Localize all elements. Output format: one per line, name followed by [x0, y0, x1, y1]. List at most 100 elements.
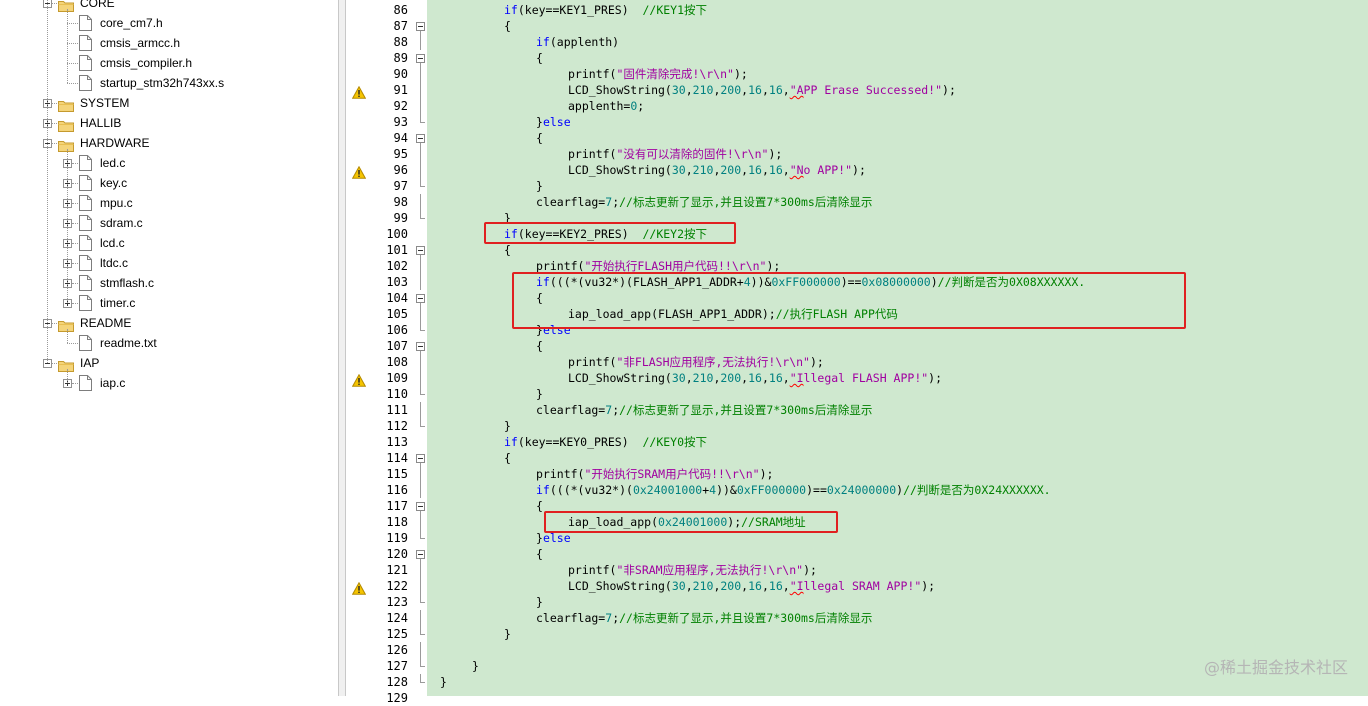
code-line[interactable]: if(applenth) — [536, 34, 619, 50]
code-line[interactable]: LCD_ShowString(30,210,200,16,16,"Illegal… — [568, 578, 935, 594]
warning-triangle-icon[interactable] — [351, 84, 367, 99]
folder-icon — [58, 97, 74, 112]
highlight-box-flash-check — [512, 272, 1186, 329]
fold-collapse-icon[interactable] — [416, 54, 425, 63]
code-token: 0x24000000 — [826, 483, 897, 497]
code-token: clearflag= — [536, 403, 606, 417]
code-line[interactable]: { — [536, 130, 543, 146]
code-line[interactable]: printf("开始执行SRAM用户代码!!\r\n"); — [536, 466, 773, 482]
code-token: 210 — [692, 371, 714, 385]
pane-splitter[interactable] — [338, 0, 346, 696]
tree-item-label: cmsis_compiler.h — [100, 56, 193, 70]
code-token: { — [504, 19, 511, 33]
fold-collapse-icon[interactable] — [416, 134, 425, 143]
fold-guide — [420, 34, 421, 50]
fold-guide — [420, 482, 421, 498]
fold-collapse-icon[interactable] — [416, 342, 425, 351]
code-token: LCD_ShowString( — [568, 371, 672, 385]
fold-end-tick — [420, 394, 425, 395]
code-line[interactable]: if(key==KEY1_PRES) //KEY1按下 — [504, 2, 707, 18]
code-token: //判断是否为0X24XXXXXX. — [903, 483, 1051, 497]
code-token: 200 — [720, 83, 742, 97]
line-number-gutter: 86 87 88 89 90 91 92 93 94 95 96 97 98 99 100 101 102 103… — [346, 0, 414, 705]
code-token: "开始执行FLASH用户代码!!\r\n" — [584, 259, 767, 273]
file-icon — [79, 175, 92, 191]
line-number: 116 — [386, 483, 408, 497]
code-token: if — [536, 35, 550, 49]
code-line[interactable]: clearflag=7;//标志更新了显示,并且设置7*300ms后清除显示 — [536, 194, 872, 210]
code-editor[interactable]: 86 87 88 89 90 91 92 93 94 95 96 97 98 99 100 101 102 103… — [346, 0, 1368, 705]
code-line[interactable]: { — [536, 338, 543, 354]
code-line[interactable]: { — [504, 450, 511, 466]
code-line[interactable]: LCD_ShowString(30,210,200,16,16,"Illegal… — [568, 370, 942, 386]
code-token: printf( — [568, 563, 617, 577]
fold-collapse-icon[interactable] — [416, 550, 425, 559]
line-number: 112 — [386, 419, 408, 433]
tree-connector — [67, 343, 78, 344]
code-line[interactable]: } — [536, 594, 543, 610]
fold-end-tick — [420, 602, 425, 603]
line-number: 129 — [386, 691, 408, 705]
warning-triangle-icon[interactable] — [351, 372, 367, 387]
tree-connector — [72, 303, 78, 304]
code-line[interactable]: } — [440, 674, 447, 690]
code-line[interactable]: applenth=0; — [568, 98, 644, 114]
code-token: , — [685, 579, 693, 593]
fold-collapse-icon[interactable] — [416, 502, 425, 511]
warning-triangle-icon[interactable] — [351, 580, 367, 595]
fold-collapse-icon[interactable] — [416, 454, 425, 463]
code-line[interactable]: if(((*(vu32*)(0x24001000+4))&0xFF000000)… — [536, 482, 1051, 498]
warning-triangle-icon[interactable] — [351, 164, 367, 179]
code-token: 200 — [720, 579, 742, 593]
code-line[interactable]: } — [504, 418, 511, 434]
tree-item-label: README — [80, 316, 132, 330]
code-line[interactable]: } — [504, 626, 511, 642]
code-line[interactable]: printf("非FLASH应用程序,无法执行!\r\n"); — [568, 354, 824, 370]
file-icon — [79, 375, 92, 391]
code-line[interactable]: printf("非SRAM应用程序,无法执行!\r\n"); — [568, 562, 817, 578]
code-token: , — [782, 83, 790, 97]
code-token: //标志更新了显示,并且设置7*300ms后清除显示 — [619, 403, 873, 417]
code-line[interactable]: { — [536, 546, 543, 562]
fold-collapse-icon[interactable] — [416, 22, 425, 31]
file-icon — [79, 15, 92, 31]
line-number: 95 — [393, 147, 408, 161]
code-token: 16 — [768, 83, 783, 97]
file-icon — [79, 335, 92, 351]
code-line[interactable]: printf("没有可以清除的固件!\r\n"); — [568, 146, 782, 162]
code-line[interactable]: } — [536, 178, 543, 194]
code-line[interactable]: } — [472, 658, 479, 674]
code-area[interactable]: if(key==KEY1_PRES) //KEY1按下{if(applenth)… — [427, 0, 1368, 696]
fold-guide — [420, 178, 421, 186]
fold-end-tick — [420, 682, 425, 683]
fold-collapse-icon[interactable] — [416, 294, 425, 303]
fold-collapse-icon[interactable] — [416, 246, 425, 255]
code-token: ); — [768, 147, 783, 161]
tree-connector — [72, 283, 78, 284]
code-line[interactable]: { — [536, 498, 543, 514]
code-line[interactable]: LCD_ShowString(30,210,200,16,16,"APP Era… — [568, 82, 956, 98]
code-line[interactable]: } — [536, 386, 543, 402]
code-token: ); — [759, 467, 774, 481]
line-number: 97 — [393, 179, 408, 193]
code-token: applenth= — [568, 99, 631, 113]
code-line[interactable]: printf("固件清除完成!\r\n"); — [568, 66, 748, 82]
fold-guide — [420, 114, 421, 122]
code-token: { — [504, 451, 511, 465]
code-line[interactable]: { — [504, 242, 511, 258]
folder-icon — [58, 0, 74, 12]
code-token: 16 — [768, 163, 783, 177]
code-line[interactable]: clearflag=7;//标志更新了显示,并且设置7*300ms后清除显示 — [536, 610, 872, 626]
fold-guide — [420, 98, 421, 114]
code-line[interactable]: clearflag=7;//标志更新了显示,并且设置7*300ms后清除显示 — [536, 402, 872, 418]
line-number: 93 — [393, 115, 408, 129]
code-token: printf( — [536, 259, 585, 273]
code-line[interactable]: }else — [536, 114, 571, 130]
code-line[interactable]: if(key==KEY0_PRES) //KEY0按下 — [504, 434, 707, 450]
code-line[interactable]: LCD_ShowString(30,210,200,16,16,"No APP!… — [568, 162, 866, 178]
code-line[interactable]: { — [536, 50, 543, 66]
code-token: ); — [942, 83, 956, 97]
line-number: 87 — [393, 19, 408, 33]
code-line[interactable]: { — [504, 18, 511, 34]
tree-connector — [67, 23, 78, 24]
